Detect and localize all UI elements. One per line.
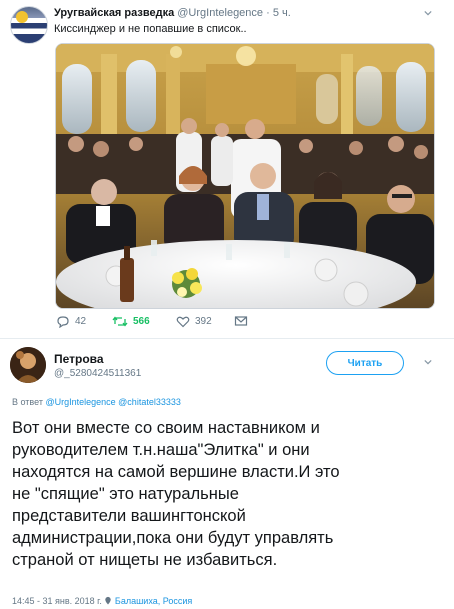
reply-mention-1[interactable]: @UrgIntelegence [45, 397, 115, 407]
reply-action[interactable]: 42 [56, 315, 86, 328]
tweet-text: Вот они вместе со своим наставником и ру… [12, 419, 340, 569]
author-handle[interactable]: @UrgIntelegence [177, 7, 263, 19]
chevron-down-icon[interactable] [424, 9, 432, 17]
author-name[interactable]: Петрова [54, 352, 104, 366]
retweet-action[interactable]: 566 [112, 315, 150, 328]
like-action[interactable]: 392 [176, 315, 212, 328]
avatar-image [10, 347, 46, 383]
author-name[interactable]: Уругвайская разведка [54, 7, 174, 19]
tweet-text: Киссинджер и не попавшие в список.. [54, 23, 247, 35]
reply-icon [57, 316, 69, 328]
tweet-location[interactable]: Балашиха, Россия [115, 596, 192, 606]
follow-button[interactable]: Читать [326, 351, 404, 375]
chevron-down-icon[interactable] [424, 358, 432, 366]
banquet-photo-image [56, 44, 434, 308]
tweet-reply: Петрова @_5280424511361 Читать В ответ @… [0, 338, 454, 609]
reply-mention-2[interactable]: @chitatel33333 [118, 397, 181, 407]
tweet-actions: 42 566 392 [56, 315, 356, 333]
tweet-timestamp[interactable]: 14:45 - 31 янв. 2018 г. [12, 596, 102, 606]
reply-prefix: В ответ [12, 397, 43, 407]
message-action[interactable] [234, 315, 248, 327]
author-avatar[interactable] [10, 6, 48, 44]
like-count: 392 [195, 316, 212, 327]
heart-icon [176, 316, 190, 328]
tweet-original: Уругвайская разведка @UrgIntelegence · 5… [0, 0, 454, 338]
tweet-photo[interactable] [55, 43, 435, 309]
location-pin-icon [105, 596, 112, 605]
author-avatar[interactable] [10, 347, 46, 383]
retweet-icon [112, 316, 128, 327]
reply-count: 42 [75, 316, 87, 327]
tweet-header: Уругвайская разведка @UrgIntelegence · 5… [54, 7, 291, 19]
separator-dot: · [266, 7, 270, 19]
tweet-time[interactable]: 5 ч. [273, 7, 291, 19]
reply-context: В ответ @UrgIntelegence @chitatel33333 [12, 397, 181, 407]
retweet-count: 566 [133, 316, 150, 327]
author-handle[interactable]: @_5280424511361 [54, 368, 141, 379]
envelope-icon [234, 316, 248, 326]
tweet-meta: 14:45 - 31 янв. 2018 г. Балашиха, Россия [12, 596, 192, 606]
